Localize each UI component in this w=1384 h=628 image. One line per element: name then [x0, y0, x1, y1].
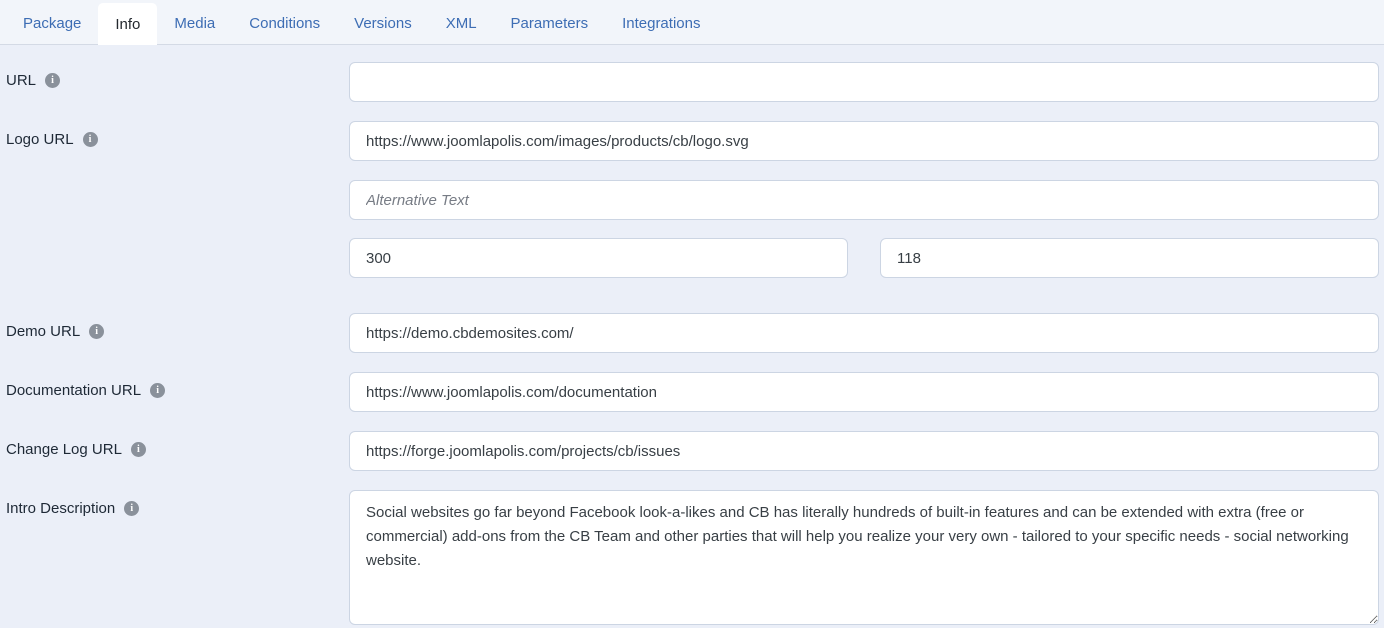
- url-label-group: URL i: [6, 62, 349, 89]
- documentation-url-label: Documentation URL: [6, 382, 141, 399]
- intro-description-textarea[interactable]: Social websites go far beyond Facebook l…: [349, 490, 1379, 625]
- logo-height-input[interactable]: [880, 238, 1379, 278]
- tab-package[interactable]: Package: [6, 3, 98, 44]
- info-icon[interactable]: i: [150, 383, 165, 398]
- info-icon[interactable]: i: [83, 132, 98, 147]
- tab-versions[interactable]: Versions: [337, 3, 429, 44]
- info-tab-panel: URL i Logo URL i Demo URL i: [0, 45, 1384, 625]
- form-row-url: URL i: [6, 62, 1379, 102]
- tab-bar: Package Info Media Conditions Versions X…: [0, 0, 1384, 45]
- url-label: URL: [6, 72, 36, 89]
- tab-parameters[interactable]: Parameters: [494, 3, 606, 44]
- info-icon[interactable]: i: [45, 73, 60, 88]
- demo-url-label: Demo URL: [6, 323, 80, 340]
- info-icon[interactable]: i: [131, 442, 146, 457]
- logo-url-input[interactable]: [349, 121, 1379, 161]
- documentation-url-input[interactable]: [349, 372, 1379, 412]
- url-input[interactable]: [349, 62, 1379, 102]
- form-row-changelog-url: Change Log URL i: [6, 431, 1379, 471]
- tab-media[interactable]: Media: [157, 3, 232, 44]
- form-row-intro-description: Intro Description i Social websites go f…: [6, 490, 1379, 625]
- tab-xml[interactable]: XML: [429, 3, 494, 44]
- changelog-url-label-group: Change Log URL i: [6, 431, 349, 458]
- logo-size-row: [349, 238, 1379, 278]
- logo-alt-text-input[interactable]: [349, 180, 1379, 220]
- form-row-documentation-url: Documentation URL i: [6, 372, 1379, 412]
- info-icon[interactable]: i: [89, 324, 104, 339]
- form-row-demo-url: Demo URL i: [6, 313, 1379, 353]
- demo-url-label-group: Demo URL i: [6, 313, 349, 340]
- intro-description-label-group: Intro Description i: [6, 490, 349, 517]
- intro-description-label: Intro Description: [6, 500, 115, 517]
- logo-width-input[interactable]: [349, 238, 848, 278]
- tab-integrations[interactable]: Integrations: [605, 3, 717, 44]
- changelog-url-input[interactable]: [349, 431, 1379, 471]
- tab-info[interactable]: Info: [98, 3, 157, 45]
- changelog-url-label: Change Log URL: [6, 441, 122, 458]
- demo-url-input[interactable]: [349, 313, 1379, 353]
- tab-conditions[interactable]: Conditions: [232, 3, 337, 44]
- documentation-url-label-group: Documentation URL i: [6, 372, 349, 399]
- logo-url-label: Logo URL: [6, 131, 74, 148]
- logo-url-label-group: Logo URL i: [6, 121, 349, 148]
- form-row-logo-url: Logo URL i: [6, 121, 1379, 278]
- info-icon[interactable]: i: [124, 501, 139, 516]
